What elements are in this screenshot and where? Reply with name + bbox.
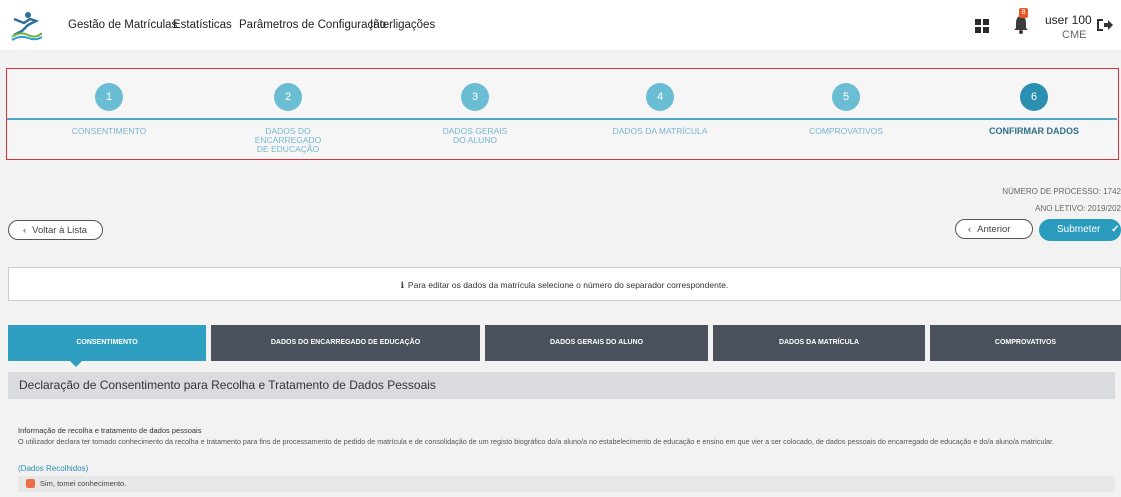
step-number: 3 bbox=[461, 83, 489, 111]
step-number: 6 bbox=[1020, 83, 1048, 111]
step-4[interactable]: 4 DADOS DA MATRÍCULA bbox=[585, 83, 735, 136]
previous-label: Anterior bbox=[977, 224, 1011, 235]
tab-dados-matricula[interactable]: DADOS DA MATRÍCULA bbox=[713, 325, 925, 361]
consent-checkbox-label: Sim, tomei conhecimento. bbox=[40, 479, 127, 488]
section-subheading: Informação de recolha e tratamento de da… bbox=[18, 426, 202, 435]
nav-parametros-configuracao[interactable]: Parâmetros de Configuração bbox=[239, 19, 386, 31]
tab-consentimento[interactable]: CONSENTIMENTO bbox=[8, 325, 206, 361]
chevron-left-icon: ‹ bbox=[968, 224, 972, 235]
nav-interligacoes[interactable]: Interligações bbox=[370, 19, 435, 31]
step-label: DADOS DA MATRÍCULA bbox=[612, 126, 708, 136]
apps-grid-icon[interactable] bbox=[975, 19, 989, 33]
info-message-box: i Para editar os dados da matrícula selec… bbox=[8, 267, 1121, 301]
tab-comprovativos[interactable]: COMPROVATIVOS bbox=[930, 325, 1121, 361]
active-tab-indicator bbox=[70, 361, 82, 367]
step-label: COMPROVATIVOS bbox=[809, 126, 883, 136]
top-navbar: Gestão de Matrículas Estatísticas Parâme… bbox=[0, 0, 1121, 50]
step-1[interactable]: 1 CONSENTIMENTO bbox=[34, 83, 184, 136]
chevron-left-icon: ‹ bbox=[23, 225, 27, 236]
school-year: ANO LETIVO: 2019/202 bbox=[1035, 204, 1121, 213]
submit-label: Submeter bbox=[1057, 224, 1101, 235]
tab-dados-encarregado[interactable]: DADOS DO ENCARREGADO DE EDUCAÇÃO bbox=[211, 325, 480, 361]
collected-data-link[interactable]: (Dados Recolhidos) bbox=[18, 464, 88, 473]
nav-estatisticas[interactable]: Estatísticas bbox=[173, 19, 232, 31]
step-6[interactable]: 6 CONFIRMAR DADOS bbox=[959, 83, 1109, 136]
step-number: 5 bbox=[832, 83, 860, 111]
check-icon: ✓ bbox=[1111, 224, 1120, 235]
step-label: CONSENTIMENTO bbox=[71, 126, 147, 136]
step-label: CONFIRMAR DADOS bbox=[989, 126, 1079, 136]
step-number: 4 bbox=[646, 83, 674, 111]
section-title: Declaração de Consentimento para Recolha… bbox=[8, 372, 1115, 399]
consent-paragraph: O utilizador declara ter tomado conhecim… bbox=[18, 437, 1055, 446]
step-3[interactable]: 3 DADOS GERAIS DO ALUNO bbox=[400, 83, 550, 145]
consent-checkbox[interactable] bbox=[26, 479, 35, 488]
previous-button[interactable]: ‹ Anterior bbox=[955, 219, 1033, 239]
step-5[interactable]: 5 COMPROVATIVOS bbox=[771, 83, 921, 136]
logout-icon[interactable] bbox=[1096, 17, 1114, 33]
step-number: 1 bbox=[95, 83, 123, 111]
submit-button[interactable]: Submeter ✓ bbox=[1039, 219, 1121, 241]
back-to-list-button[interactable]: ‹ Voltar à Lista bbox=[8, 220, 103, 240]
info-icon: i bbox=[400, 281, 404, 291]
info-message: Para editar os dados da matrícula seleci… bbox=[407, 280, 729, 290]
consent-checkbox-row[interactable]: Sim, tomei conhecimento. bbox=[18, 476, 1115, 492]
step-label: DADOS GERAIS DO ALUNO bbox=[442, 126, 508, 145]
process-number: NÚMERO DE PROCESSO: 1742 bbox=[1002, 187, 1121, 196]
step-number: 2 bbox=[274, 83, 302, 111]
step-2[interactable]: 2 DADOS DO ENCARREGADO DE EDUCAÇÃO bbox=[213, 83, 363, 154]
step-progress: 1 CONSENTIMENTO 2 DADOS DO ENCARREGADO D… bbox=[6, 68, 1119, 160]
step-label: DADOS DO ENCARREGADO DE EDUCAÇÃO bbox=[254, 126, 322, 154]
user-name[interactable]: user 100 bbox=[1045, 13, 1092, 27]
notification-badge: 8 bbox=[1019, 8, 1028, 18]
app-logo-icon[interactable] bbox=[8, 9, 42, 41]
user-role: CME bbox=[1062, 29, 1087, 41]
nav-gestao-matriculas[interactable]: Gestão de Matrículas bbox=[68, 19, 177, 31]
back-to-list-label: Voltar à Lista bbox=[32, 225, 88, 236]
tab-dados-gerais-aluno[interactable]: DADOS GERAIS DO ALUNO bbox=[485, 325, 708, 361]
